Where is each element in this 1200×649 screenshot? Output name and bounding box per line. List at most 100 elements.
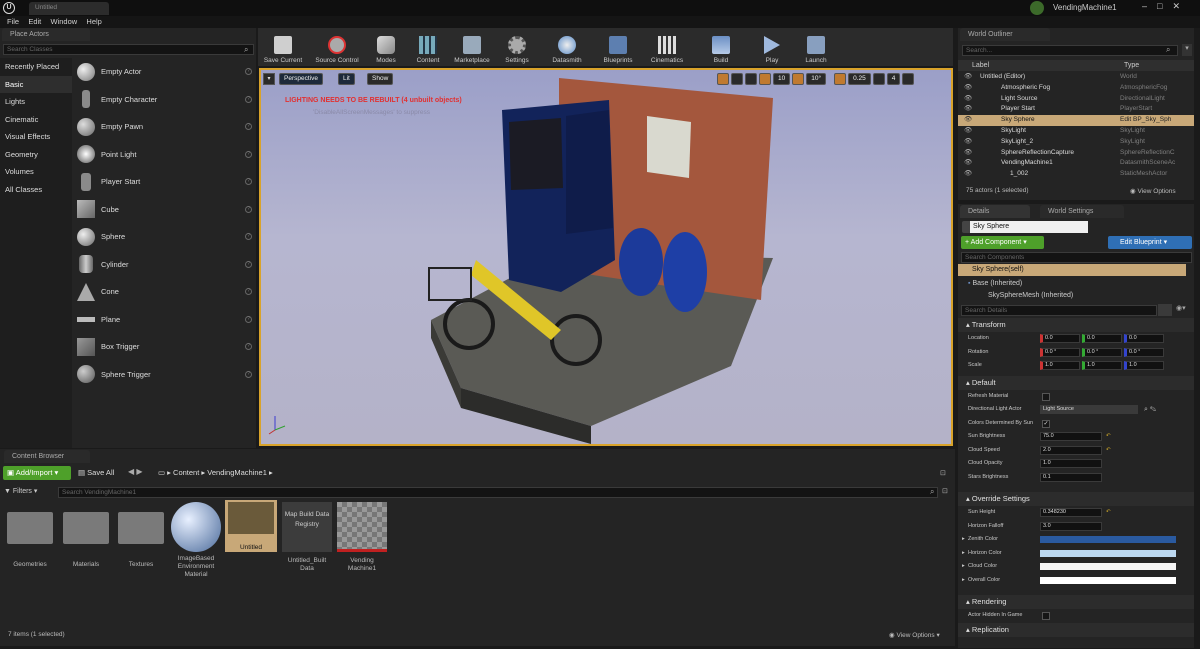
eye-icon[interactable]: 👁 xyxy=(964,104,972,114)
actor-name-input[interactable]: Sky Sphere xyxy=(970,221,1088,233)
details-tab[interactable]: Details xyxy=(960,205,1030,218)
row-type[interactable]: Edit BP_Sky_Sph xyxy=(1120,115,1171,125)
level-tab[interactable]: Untitled xyxy=(29,2,109,15)
eye-icon[interactable]: 👁 xyxy=(964,148,972,158)
menu-edit[interactable]: Edit xyxy=(28,16,41,27)
lock-icon[interactable]: ⊡ xyxy=(942,487,948,495)
datasmith-button[interactable]: Datasmith xyxy=(540,28,594,64)
search-classes-input[interactable]: Search Classes xyxy=(3,44,254,55)
eye-icon[interactable]: 👁 xyxy=(964,83,972,93)
menu-help[interactable]: Help xyxy=(86,16,101,27)
section-rendering[interactable]: ▴ Rendering xyxy=(958,595,1194,609)
outliner-search-input[interactable]: Search... xyxy=(962,45,1178,56)
column-type[interactable]: Type xyxy=(1124,60,1139,71)
expand-arrow-icon[interactable]: ▸ xyxy=(962,533,965,546)
component-self-row[interactable]: Sky Sphere(self) xyxy=(958,264,1186,276)
eye-icon[interactable]: 👁 xyxy=(964,137,972,147)
location-z[interactable]: 0.0 xyxy=(1124,334,1164,343)
cloud-color-swatch[interactable] xyxy=(1040,563,1176,570)
section-override-settings[interactable]: ▴ Override Settings xyxy=(958,492,1194,506)
zenith-color-swatch[interactable] xyxy=(1040,536,1176,543)
actor-empty-pawn[interactable]: Empty Pawn? xyxy=(72,113,256,141)
category-lights[interactable]: Lights xyxy=(0,93,72,111)
eye-icon[interactable]: 👁 xyxy=(964,169,972,179)
world-settings-tab[interactable]: World Settings xyxy=(1040,205,1124,218)
property-label[interactable]: Scale xyxy=(968,359,982,372)
actor-empty-actor[interactable]: Empty Actor? xyxy=(72,58,256,86)
rotation-z[interactable]: 0.0 ° xyxy=(1124,347,1164,357)
expand-arrow-icon[interactable]: ▸ xyxy=(962,560,965,573)
asset-untitled-built-data[interactable]: Map Build Data Registry Untitled_Built Da… xyxy=(281,502,333,573)
outliner-row[interactable]: 👁 Atmospheric Fog AtmosphericFog xyxy=(958,83,1194,94)
outliner-row[interactable]: 👁 Player Start PlayerStart xyxy=(958,104,1194,115)
category-volumes[interactable]: Volumes xyxy=(0,163,72,181)
browse-icon[interactable]: ⌕ ✎ xyxy=(1144,403,1156,416)
eye-icon[interactable]: ◉▾ xyxy=(1176,304,1190,316)
sun-brightness-input[interactable]: 75.0 xyxy=(1040,432,1102,441)
actor-hidden-checkbox[interactable] xyxy=(1042,612,1050,620)
eye-icon[interactable]: 👁 xyxy=(964,72,972,82)
save-current-button[interactable]: Save Current xyxy=(258,28,308,64)
cloud-opacity-input[interactable]: 1.0 xyxy=(1040,459,1102,468)
help-icon[interactable]: ? xyxy=(245,315,252,323)
actor-plane[interactable]: Plane? xyxy=(72,306,256,334)
directional-light-select[interactable]: Light Source xyxy=(1040,405,1138,414)
section-default[interactable]: ▴ Default xyxy=(958,375,1194,390)
help-icon[interactable]: ? xyxy=(245,343,252,351)
expand-arrow-icon[interactable]: ▸ xyxy=(962,574,965,587)
sun-height-input[interactable]: 0.348230 xyxy=(1040,508,1102,517)
outliner-row[interactable]: 👁 VendingMachine1 DatasmithSceneAc xyxy=(958,158,1194,169)
breadcrumb-content[interactable]: Content xyxy=(173,468,199,477)
place-actors-tab[interactable]: Place Actors xyxy=(2,28,90,41)
help-icon[interactable]: ? xyxy=(245,370,252,378)
content-button[interactable]: Content xyxy=(406,28,450,64)
category-recently-placed[interactable]: Recently Placed xyxy=(0,58,72,76)
blueprints-button[interactable]: Blueprints xyxy=(594,28,642,64)
overall-color-swatch[interactable] xyxy=(1040,576,1176,584)
help-icon[interactable]: ? xyxy=(245,178,252,186)
help-icon[interactable]: ? xyxy=(245,68,252,76)
lock-icon[interactable]: ⊡ xyxy=(940,469,946,477)
rotation-x[interactable]: 0.0 ° xyxy=(1040,347,1080,357)
category-basic[interactable]: Basic xyxy=(0,75,72,93)
asset-geometries[interactable]: Geometries xyxy=(4,502,56,568)
reset-icon[interactable]: ↶ xyxy=(1106,444,1111,457)
property-label[interactable]: Location xyxy=(968,332,989,345)
actor-box-trigger[interactable]: Box Trigger? xyxy=(72,333,256,361)
component-mesh-row[interactable]: SkySphereMesh (Inherited) xyxy=(988,292,1073,299)
horizon-color-swatch[interactable] xyxy=(1040,549,1176,557)
stars-brightness-input[interactable]: 0.1 xyxy=(1040,472,1102,482)
help-icon[interactable]: ? xyxy=(245,205,252,213)
colors-by-sun-checkbox[interactable]: ✓ xyxy=(1042,419,1050,428)
actor-cylinder[interactable]: Cylinder? xyxy=(72,251,256,279)
menu-window[interactable]: Window xyxy=(51,16,78,27)
content-browser-tab[interactable]: Content Browser xyxy=(4,450,90,463)
expand-arrow-icon[interactable]: ▸ xyxy=(962,547,965,560)
outliner-row-selected[interactable]: 👁 Sky Sphere Edit BP_Sky_Sph xyxy=(958,115,1194,126)
rotation-y[interactable]: 0.0 ° xyxy=(1082,347,1122,357)
actor-player-start[interactable]: Player Start? xyxy=(72,168,256,196)
actor-cone[interactable]: Cone? xyxy=(72,278,256,306)
help-icon[interactable]: ? xyxy=(245,150,252,158)
reset-icon[interactable]: ↶ xyxy=(1106,506,1111,519)
eye-icon[interactable]: 👁 xyxy=(964,158,972,168)
add-component-button[interactable]: + Add Component ▾ xyxy=(961,236,1044,249)
outliner-row[interactable]: 👁 Light Source DirectionalLight xyxy=(958,94,1194,105)
content-search-input[interactable]: Search VendingMachine1 xyxy=(58,487,938,498)
level-viewport[interactable]: ▾ Perspective Lit Show LIGHTING NEEDS TO… xyxy=(259,68,953,446)
nav-arrows[interactable]: ◀ ▶ xyxy=(128,467,143,476)
section-transform[interactable]: ▴ Transform xyxy=(958,318,1194,332)
world-outliner-tab[interactable]: World Outliner xyxy=(960,28,1050,41)
scale-z[interactable]: 1.0 xyxy=(1124,361,1164,370)
category-geometry[interactable]: Geometry xyxy=(0,146,72,164)
actor-point-light[interactable]: Point Light? xyxy=(72,141,256,169)
play-button[interactable]: Play xyxy=(750,28,794,64)
property-label[interactable]: Rotation xyxy=(968,346,989,359)
actor-sphere[interactable]: Sphere? xyxy=(72,223,256,251)
save-all-button[interactable]: ▤ Save All xyxy=(78,468,114,477)
asset-textures[interactable]: Textures xyxy=(115,502,167,568)
help-icon[interactable]: ? xyxy=(245,288,252,296)
actor-sphere-trigger[interactable]: Sphere Trigger? xyxy=(72,361,256,389)
outliner-settings-icon[interactable]: ▾ xyxy=(1182,44,1192,56)
add-import-button[interactable]: ▣ Add/Import ▾ xyxy=(3,466,71,480)
